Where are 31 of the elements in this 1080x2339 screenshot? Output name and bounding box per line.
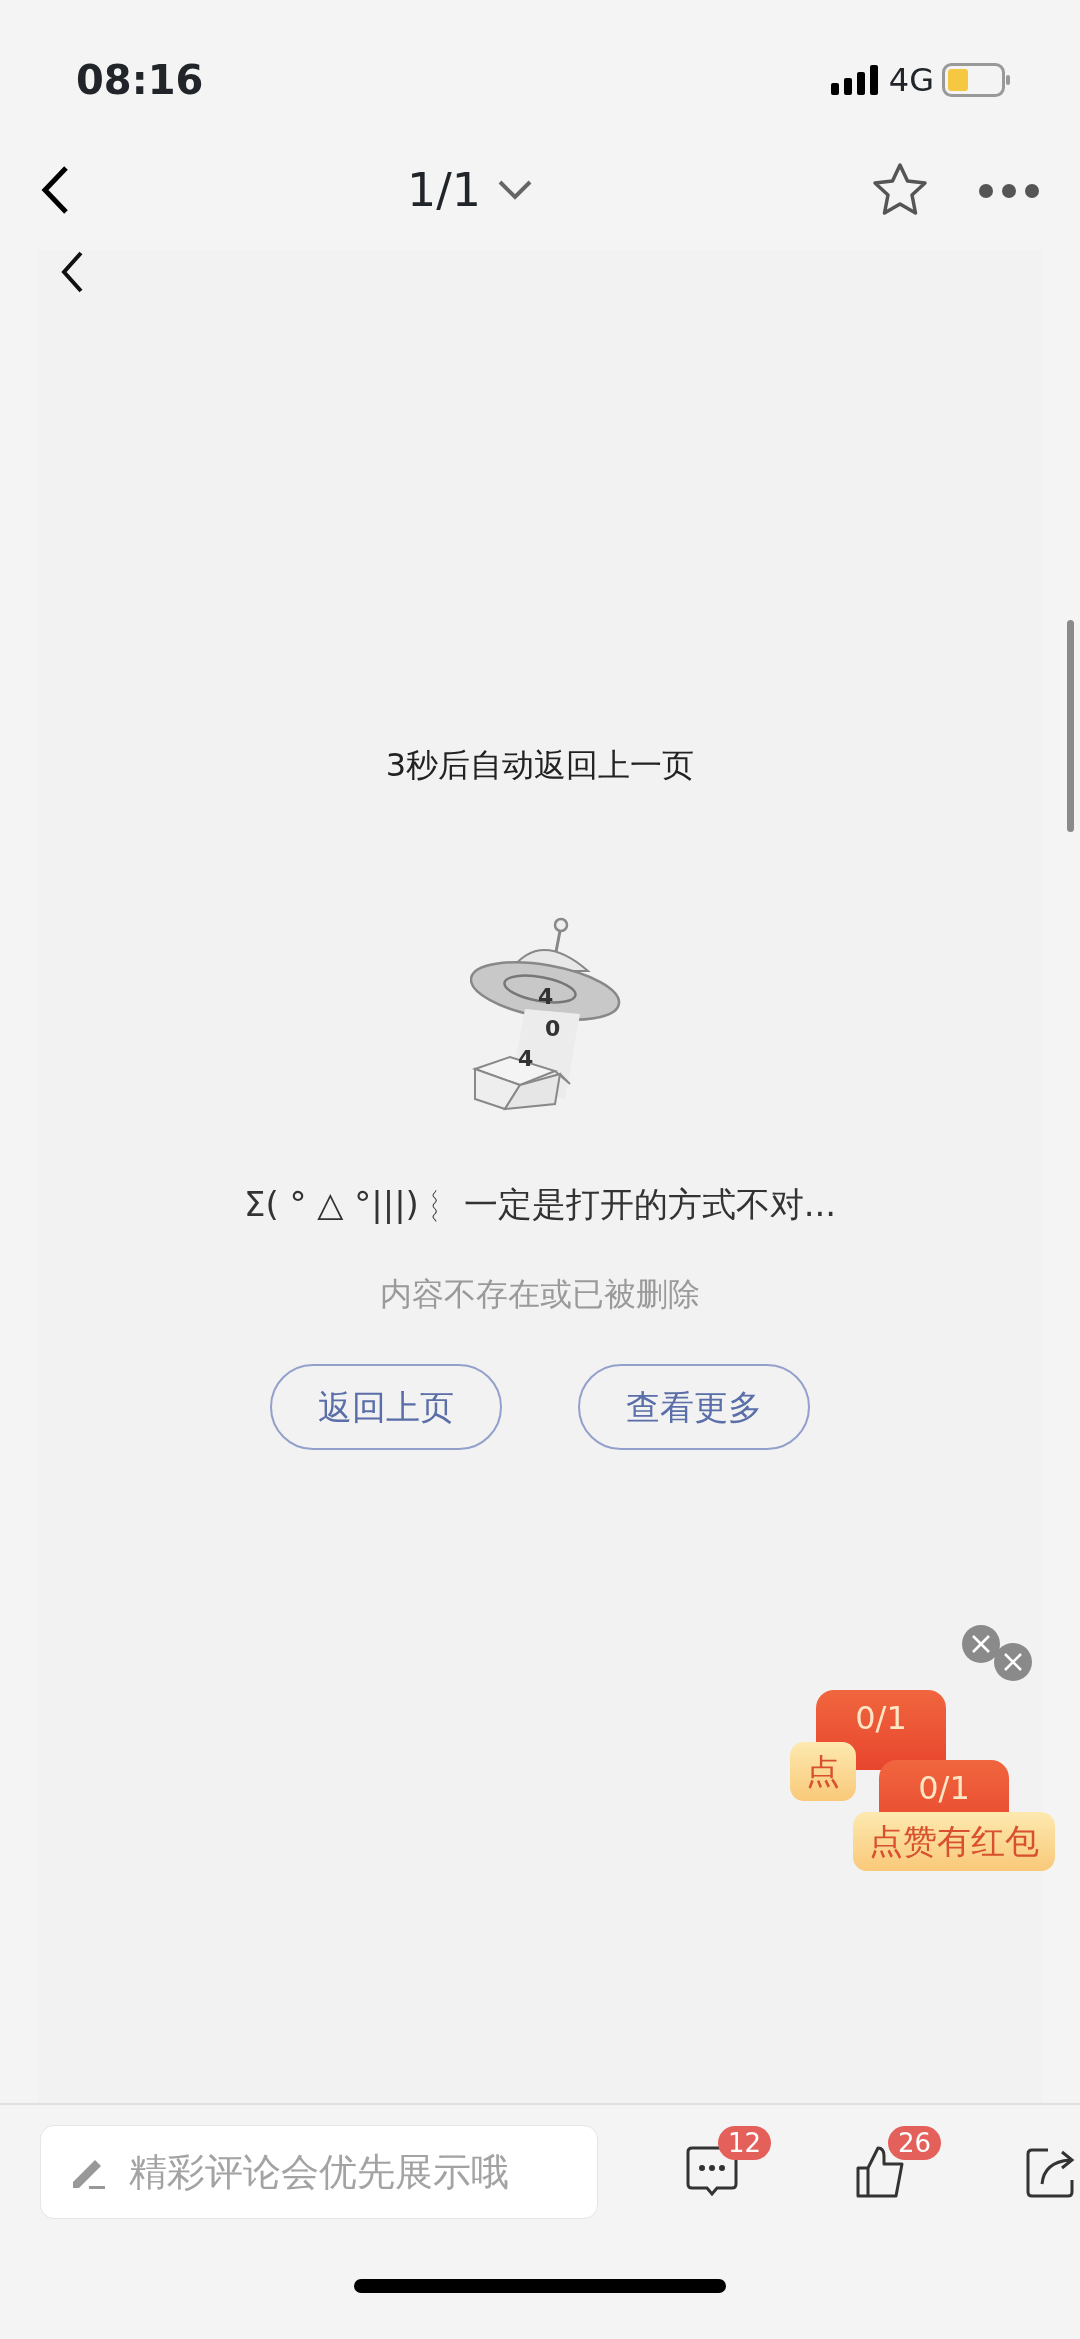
back-button[interactable] bbox=[40, 165, 70, 215]
chevron-down-icon bbox=[497, 179, 533, 201]
clock: 08:16 bbox=[76, 56, 204, 105]
outline-button[interactable]: 查看更多 bbox=[578, 1364, 810, 1450]
battery-icon bbox=[942, 63, 1010, 97]
close-icon bbox=[1003, 1652, 1023, 1672]
back-button[interactable] bbox=[60, 250, 84, 294]
digit-text: 4 bbox=[538, 984, 554, 1009]
back-icon bbox=[60, 250, 84, 294]
signal-icon bbox=[830, 65, 881, 95]
favorite-button[interactable] bbox=[870, 162, 930, 218]
outline-button[interactable]: 返回上页 bbox=[270, 1364, 502, 1450]
count-badge: 12 bbox=[718, 2126, 772, 2160]
digit-text: 4 bbox=[518, 1046, 534, 1071]
back-icon bbox=[40, 165, 70, 215]
star-icon bbox=[870, 162, 930, 218]
countdown-text: 3秒后自动返回上一页 bbox=[385, 745, 695, 786]
network-label: 4G bbox=[888, 60, 934, 101]
close-button[interactable] bbox=[962, 1625, 1000, 1663]
promo-label[interactable]: 点赞有红包 bbox=[853, 1812, 1055, 1871]
close-button[interactable] bbox=[994, 1643, 1032, 1681]
more-icon bbox=[978, 182, 1040, 199]
comment-field[interactable]: 精彩评论会优先展示哦 bbox=[127, 2142, 597, 2202]
error-message: Σ( ° △ °|||)︴ 一定是打开的方式不对... bbox=[243, 1183, 837, 1226]
page-selector[interactable]: 1/1 bbox=[407, 155, 533, 225]
digit-text: 0 bbox=[545, 1016, 561, 1041]
comment-box[interactable]: 精彩评论会优先展示哦 bbox=[40, 2125, 598, 2219]
hint-text: 内容不存在或已被删除 bbox=[380, 1274, 700, 1315]
close-icon bbox=[971, 1634, 991, 1654]
count-badge: 26 bbox=[888, 2126, 942, 2160]
promo-label[interactable]: 点 bbox=[790, 1742, 856, 1801]
